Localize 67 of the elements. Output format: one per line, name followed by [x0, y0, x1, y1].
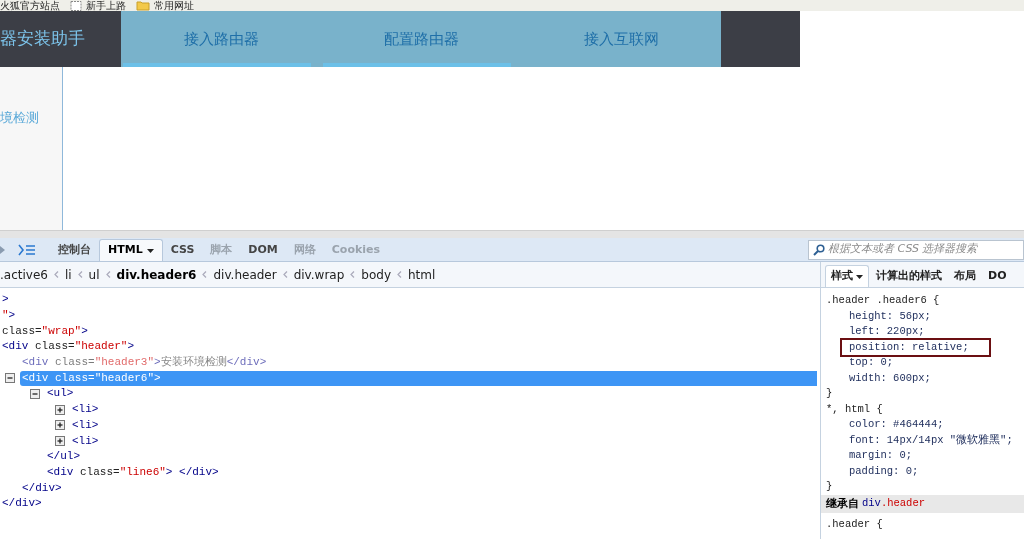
breadcrumb-item[interactable]: div.header6 [116, 265, 197, 284]
code-line[interactable]: </div> [0, 496, 42, 512]
breadcrumb-item[interactable]: div.header [213, 265, 277, 284]
chevron-icon [202, 271, 208, 278]
bookmark-link[interactable]: 火狐官方站点 [0, 1, 60, 11]
code-line[interactable]: <li> [70, 417, 99, 433]
css-selector: *, html { [826, 401, 884, 417]
code-line[interactable]: "> [0, 308, 16, 324]
breadcrumb-item[interactable]: ul [88, 265, 100, 284]
style-tab[interactable]: DO [983, 265, 1012, 287]
css-brace: } [826, 479, 833, 494]
code-line[interactable]: <div class="header"> [0, 339, 135, 355]
devtools-tab[interactable]: DOM [240, 239, 286, 261]
caret-icon [146, 248, 154, 253]
inherited-source[interactable]: div.header [862, 495, 925, 512]
code-line[interactable]: <ul> [45, 386, 74, 402]
breadcrumb-item[interactable]: div.wrap [293, 265, 345, 284]
code-line[interactable]: <div class="line6"> </div> [45, 464, 219, 480]
chevron-icon [350, 271, 356, 278]
code-line[interactable]: class="wrap"> [0, 323, 88, 339]
devtools-tab[interactable]: HTML [99, 239, 163, 261]
devtools-tab[interactable]: CSS [162, 239, 203, 261]
code-line[interactable]: > [0, 292, 9, 308]
page-icon [70, 1, 82, 11]
style-tab[interactable]: 样式 [825, 265, 869, 287]
css-property: top: 0; [848, 355, 895, 370]
collapse-icon[interactable] [5, 373, 15, 384]
breadcrumb-item[interactable]: li [64, 265, 72, 284]
css-property: padding: 0; [848, 463, 920, 479]
css-property: color: #464444; [848, 417, 945, 432]
inherited-label: 继承自 [826, 495, 859, 512]
css-selector: .header { [825, 516, 884, 532]
style-tab[interactable]: 计算出的样式 [871, 265, 947, 287]
expand-icon[interactable] [55, 436, 65, 447]
css-property: margin: 0; [848, 448, 913, 463]
breadcrumb-item[interactable]: body [361, 265, 391, 284]
bookmark-link[interactable]: 常用网址 [154, 1, 194, 11]
css-property: position: relative; [840, 337, 991, 357]
css-property: left: 220px; [848, 324, 926, 339]
app-title: 器安装助手 [0, 27, 86, 51]
expand-icon[interactable] [55, 404, 65, 415]
code-line[interactable]: <div class="header3">安装环境检测</div> [20, 355, 267, 371]
search-icon [813, 243, 825, 256]
search-field[interactable]: 根据文本或者 CSS 选择器搜索 [808, 239, 1024, 260]
bookmark-link[interactable]: 新手上路 [86, 1, 126, 11]
code-line[interactable]: <li> [70, 402, 99, 418]
css-property: height: 56px; [848, 308, 932, 324]
breadcrumb-item[interactable]: html [408, 265, 436, 284]
chevron-icon [105, 271, 111, 278]
collapse-icon[interactable] [30, 388, 40, 399]
chevron-icon [53, 271, 59, 278]
list-icon[interactable] [18, 243, 36, 256]
devtools-tab[interactable]: 控制台 [50, 239, 99, 261]
chevron-icon [282, 271, 288, 278]
css-selector: .header .header6 { [826, 293, 941, 308]
code-line[interactable]: </ul> [45, 449, 80, 465]
expand-icon[interactable] [55, 420, 65, 431]
css-brace: } [826, 386, 833, 401]
css-property: width: 600px; [848, 370, 932, 386]
code-line[interactable]: <li> [70, 433, 99, 449]
code-line[interactable]: </div> [20, 480, 62, 496]
breadcrumb-item[interactable]: .active6 [0, 265, 48, 284]
chevron-icon [77, 271, 83, 278]
caret-icon [856, 274, 863, 279]
style-tab[interactable]: 布局 [949, 265, 981, 287]
chevron-icon [397, 271, 402, 278]
css-property: font: 14px/14px "微软雅黑"; [848, 432, 1014, 448]
